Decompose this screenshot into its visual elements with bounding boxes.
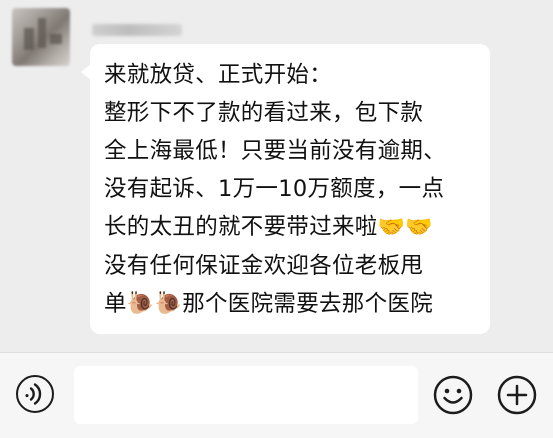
input-bar [0,352,553,438]
message-bubble[interactable]: 来就放贷、正式开始： 整形下不了款的看过来，包下款 全上海最低！只要当前没有逾期… [81,44,490,334]
handshake-emoji-icon: 🤝🤝 [377,214,433,240]
message-line: 没有起诉、1万一10万额度，一点 [104,176,445,202]
voice-icon [25,383,42,405]
message-line: 来就放贷、正式开始： [104,62,333,88]
snail-emoji-icon: 🐌🐌 [126,291,183,316]
message-line: 没有任何保证金欢迎各位老板甩 [104,252,424,279]
avatar[interactable] [12,8,70,66]
message-line-text: 那个医院需要去那个医院 [182,290,434,317]
emoji-button[interactable] [433,375,473,415]
plus-icon [497,375,537,415]
plus-button[interactable] [497,375,537,415]
message-line: 单🐌🐌那个医院需要去那个医院 [104,285,484,324]
message-line: 整形下不了款的看过来，包下款 [104,100,424,126]
message-line-text: 单 [104,290,127,317]
message-input[interactable] [74,366,418,424]
message-text: 来就放贷、正式开始： 整形下不了款的看过来，包下款 全上海最低！只要当前没有逾期… [104,56,484,323]
message-line-text: 长的太丑的就不要带过来啦 [104,214,378,240]
message-line: 全上海最低！只要当前没有逾期、 [104,138,447,164]
sender-name [92,24,182,36]
chat-area: 来就放贷、正式开始： 整形下不了款的看过来，包下款 全上海最低！只要当前没有逾期… [0,0,553,352]
message-line: 长的太丑的就不要带过来啦🤝🤝 [104,208,484,247]
smiley-icon [433,375,473,415]
voice-button[interactable] [16,375,54,413]
